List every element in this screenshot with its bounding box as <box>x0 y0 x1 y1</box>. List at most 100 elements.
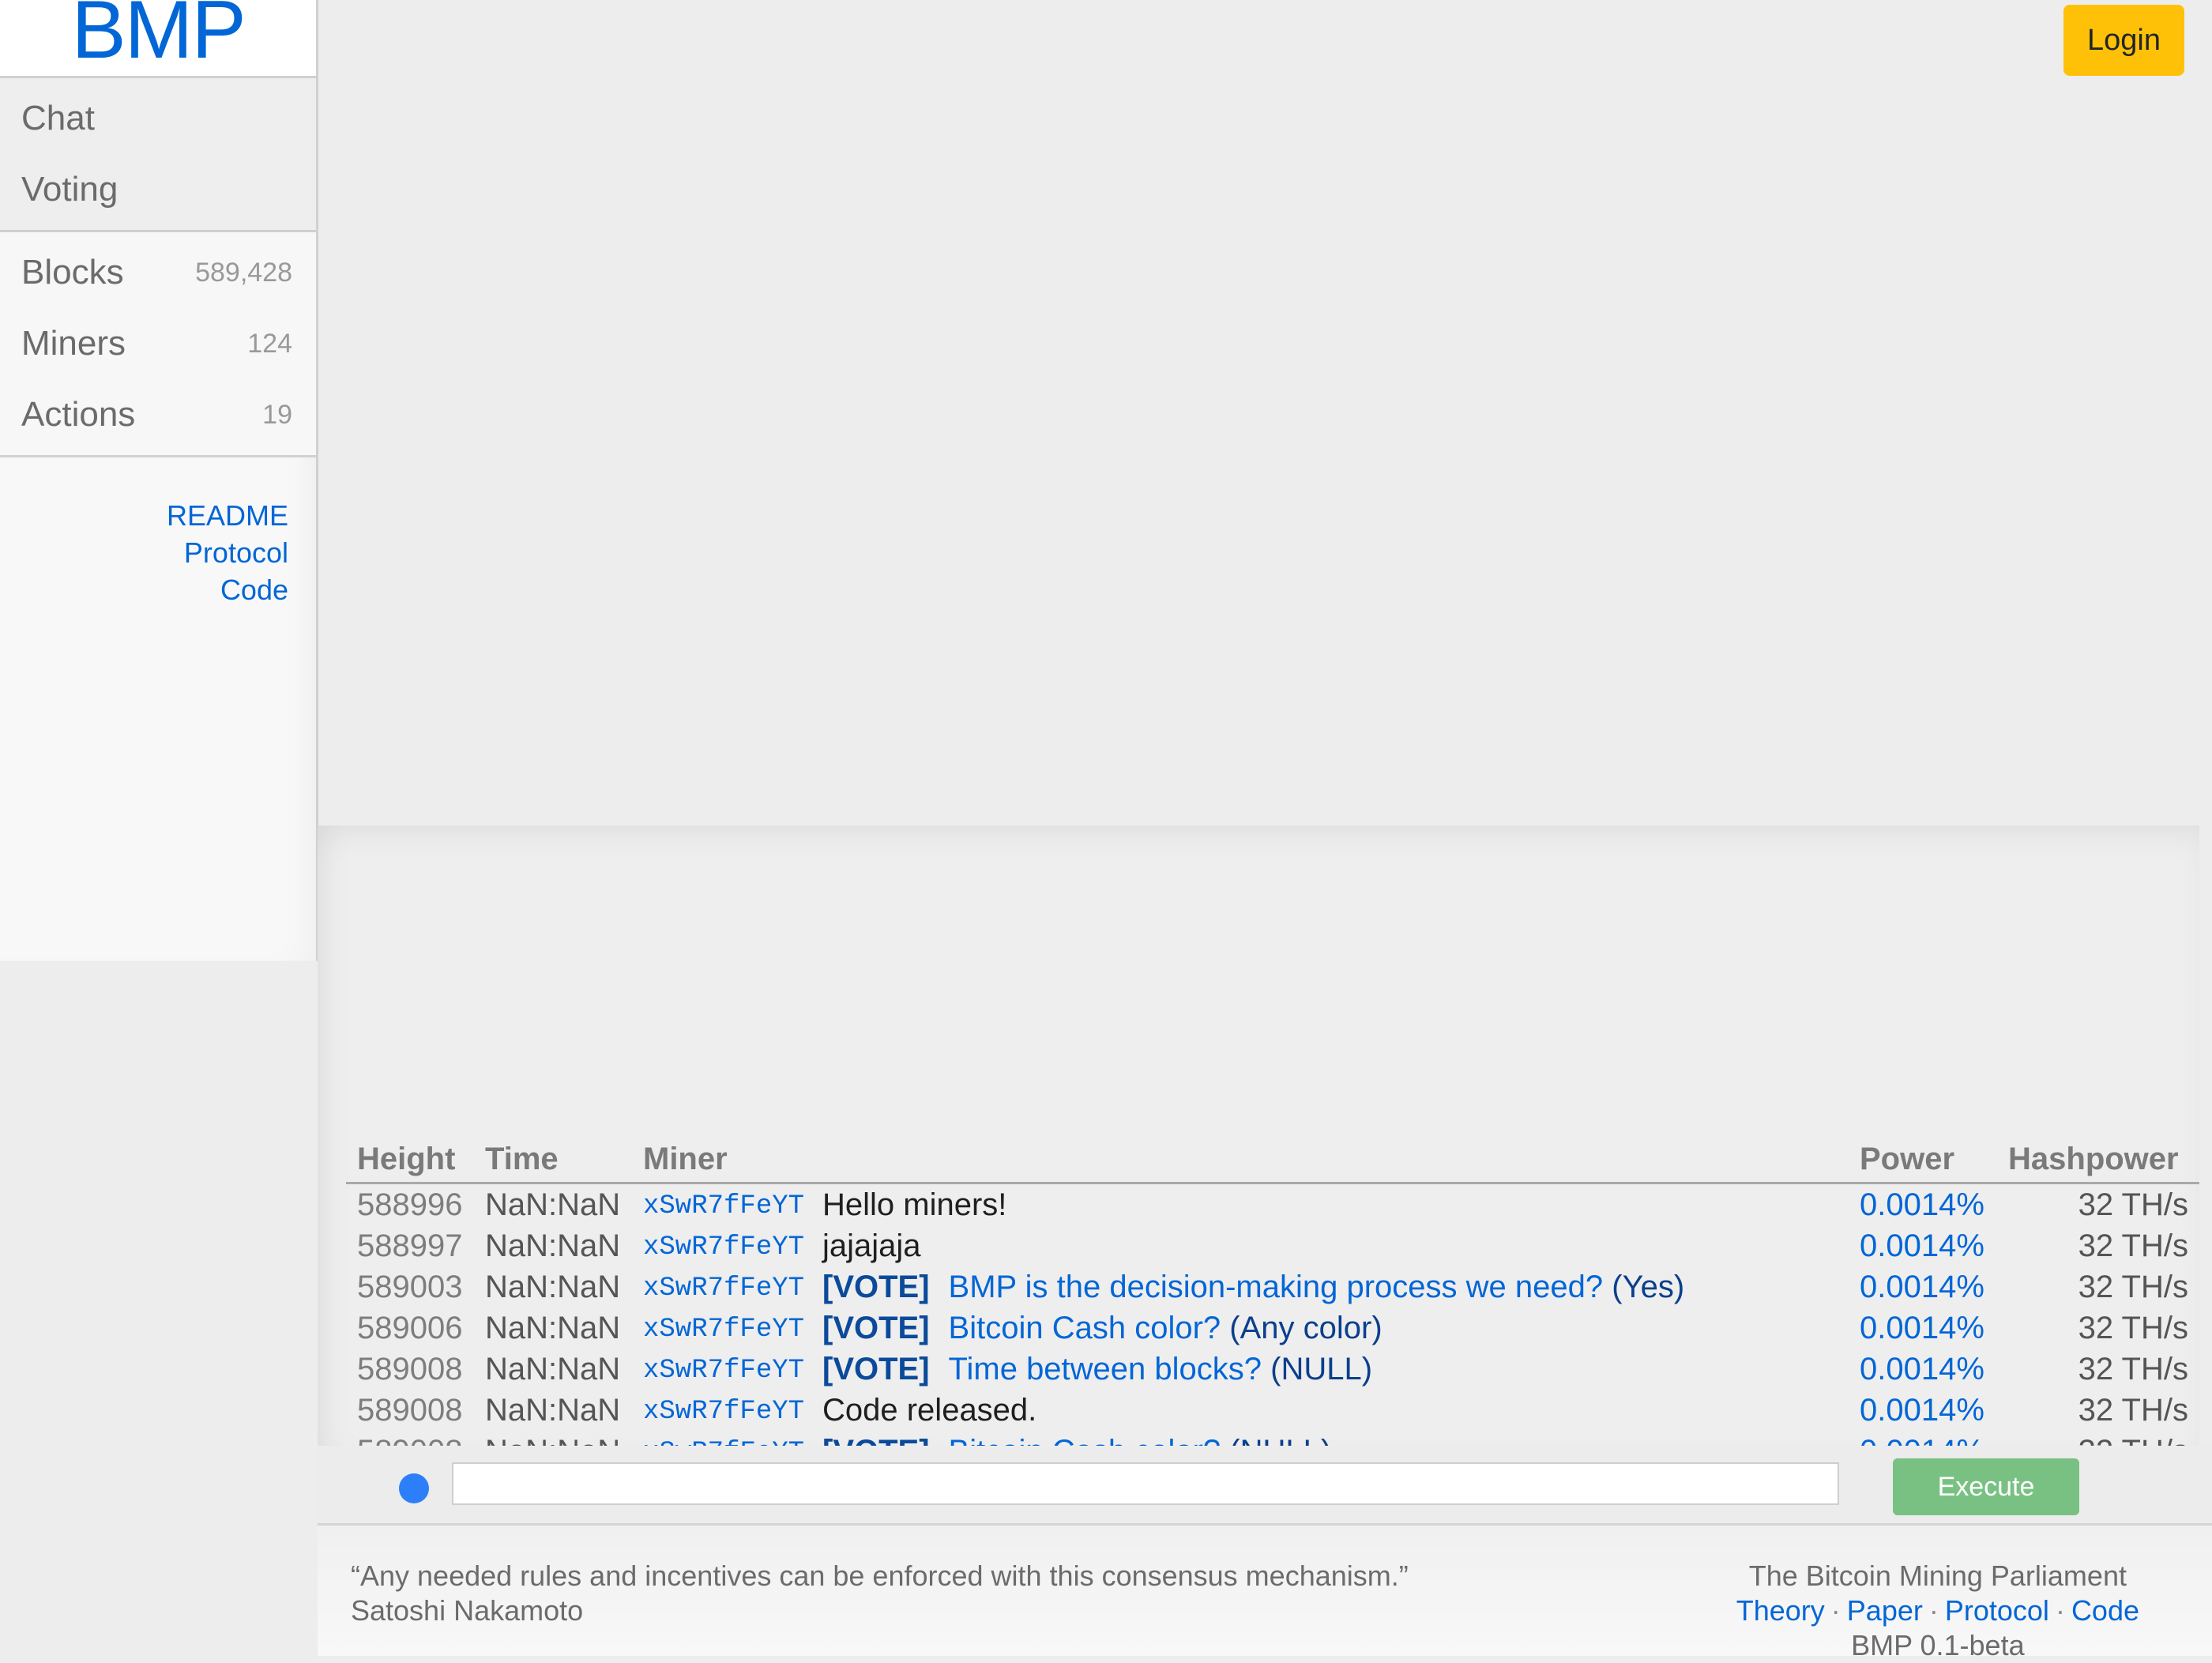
power-cell: 0.0014% <box>1860 1349 2008 1390</box>
paper-link[interactable]: Paper <box>1847 1594 1923 1627</box>
miner-cell: xSwR7fFeYT <box>643 1183 822 1226</box>
sidebar-item-actions[interactable]: Actions 19 <box>0 379 316 450</box>
nav-group-stats: Blocks 589,428 Miners 124 Actions 19 <box>0 232 316 457</box>
power-cell: 0.0014% <box>1860 1266 2008 1307</box>
message-time: NaN:NaN <box>485 1310 621 1345</box>
block-height: 589008 <box>357 1351 463 1386</box>
power-cell: 0.0014% <box>1860 1390 2008 1431</box>
power-link[interactable]: 0.0014% <box>1860 1352 1984 1386</box>
theory-link[interactable]: Theory <box>1736 1594 1825 1627</box>
column-header-power: Power <box>1860 1136 2008 1184</box>
sidebar-item-label: Blocks <box>21 253 124 292</box>
vote-tag: [VOTE] <box>822 1310 930 1345</box>
chat-table: Height Time Miner Power Hashpower 588996… <box>346 1136 2199 1472</box>
sidebar-item-voting[interactable]: Voting <box>0 154 316 225</box>
miner-cell: xSwR7fFeYT <box>643 1266 822 1307</box>
power-link[interactable]: 0.0014% <box>1860 1187 1984 1222</box>
miner-link[interactable]: xSwR7fFeYT <box>643 1274 804 1304</box>
message-cell: Hello miners! <box>822 1183 1860 1226</box>
quote-text: “Any needed rules and incentives can be … <box>351 1560 1409 1592</box>
power-link[interactable]: 0.0014% <box>1860 1270 1984 1304</box>
sidebar-item-chat[interactable]: Chat <box>0 83 316 154</box>
miner-cell: xSwR7fFeYT <box>643 1225 822 1266</box>
sidebar-item-miners[interactable]: Miners 124 <box>0 308 316 379</box>
sidebar-item-label: Voting <box>21 170 118 209</box>
footer-links: Theory · Paper · Protocol · Code <box>1736 1593 2139 1628</box>
footer-quote: “Any needed rules and incentives can be … <box>351 1559 1409 1628</box>
hashpower-value: 32 TH/s <box>2078 1187 2188 1222</box>
message-text: Hello miners! <box>822 1187 1007 1222</box>
execute-button[interactable]: Execute <box>1893 1458 2079 1515</box>
protocol-link[interactable]: Protocol <box>1945 1594 2049 1627</box>
column-header-height: Height <box>346 1136 485 1184</box>
code-link[interactable]: Code <box>0 571 288 608</box>
hashpower-value: 32 TH/s <box>2078 1228 2188 1263</box>
sidebar-links: README Protocol Code <box>0 457 316 608</box>
miner-link[interactable]: xSwR7fFeYT <box>643 1356 804 1386</box>
table-row: 589008 NaN:NaN xSwR7fFeYT Code released. 0.0… <box>346 1390 2199 1431</box>
message-time: NaN:NaN <box>485 1392 621 1428</box>
sidebar-item-label: Chat <box>21 99 95 137</box>
miner-cell: xSwR7fFeYT <box>643 1349 822 1390</box>
miner-link[interactable]: xSwR7fFeYT <box>643 1397 804 1427</box>
message-cell: [VOTE] Time between blocks? (NULL) <box>822 1349 1860 1390</box>
block-height: 589006 <box>357 1310 463 1345</box>
table-row: 589008 NaN:NaN xSwR7fFeYT [VOTE] Time betwee… <box>346 1349 2199 1390</box>
protocol-link[interactable]: Protocol <box>0 534 288 571</box>
separator: · <box>1928 1594 1939 1627</box>
block-height: 589003 <box>357 1269 463 1304</box>
connection-status-icon <box>399 1473 429 1503</box>
vote-question-link[interactable]: Time between blocks? <box>949 1352 1262 1386</box>
power-cell: 0.0014% <box>1860 1307 2008 1349</box>
footer: “Any needed rules and incentives can be … <box>318 1526 2212 1661</box>
miner-cell: xSwR7fFeYT <box>643 1307 822 1349</box>
table-row: 588996 NaN:NaN xSwR7fFeYT Hello miners! 0.00… <box>346 1183 2199 1226</box>
power-link[interactable]: 0.0014% <box>1860 1393 1984 1428</box>
miners-count: 124 <box>247 328 292 359</box>
vote-answer: (Yes) <box>1612 1269 1685 1304</box>
column-header-message <box>822 1136 1860 1184</box>
miner-link[interactable]: xSwR7fFeYT <box>643 1315 804 1345</box>
table-header-row: Height Time Miner Power Hashpower <box>346 1136 2199 1184</box>
vote-tag: [VOTE] <box>822 1351 930 1386</box>
message-text: jajajaja <box>822 1228 921 1263</box>
footer-title: The Bitcoin Mining Parliament <box>1748 1560 2127 1592</box>
block-height: 588996 <box>357 1187 463 1222</box>
miner-cell: xSwR7fFeYT <box>643 1390 822 1431</box>
miner-link[interactable]: xSwR7fFeYT <box>643 1232 804 1262</box>
logo[interactable]: BMP <box>71 0 246 71</box>
chat-rows: 588996 NaN:NaN xSwR7fFeYT Hello miners! 0.00… <box>346 1183 2199 1473</box>
command-bar: Execute <box>318 1446 2212 1526</box>
message-text: Code released. <box>822 1392 1037 1428</box>
code-link[interactable]: Code <box>2071 1594 2139 1627</box>
block-height: 588997 <box>357 1228 463 1263</box>
table-row: 589003 NaN:NaN xSwR7fFeYT [VOTE] BMP is the … <box>346 1266 2199 1307</box>
sidebar-item-label: Actions <box>21 395 136 434</box>
table-row: 589006 NaN:NaN xSwR7fFeYT [VOTE] Bitcoin Cas… <box>346 1307 2199 1349</box>
vote-answer: (Any color) <box>1229 1310 1382 1345</box>
message-cell: jajajaja <box>822 1225 1860 1266</box>
power-link[interactable]: 0.0014% <box>1860 1311 1984 1345</box>
vote-question-link[interactable]: Bitcoin Cash color? <box>949 1311 1221 1345</box>
power-cell: 0.0014% <box>1860 1225 2008 1266</box>
table-row: 588997 NaN:NaN xSwR7fFeYT jajajaja 0.0014% 32… <box>346 1225 2199 1266</box>
column-header-time: Time <box>485 1136 643 1184</box>
message-time: NaN:NaN <box>485 1351 621 1386</box>
separator: · <box>2055 1594 2065 1627</box>
power-link[interactable]: 0.0014% <box>1860 1228 1984 1263</box>
message-cell: [VOTE] BMP is the decision-making process… <box>822 1266 1860 1307</box>
column-header-miner: Miner <box>643 1136 822 1184</box>
miner-link[interactable]: xSwR7fFeYT <box>643 1191 804 1221</box>
message-time: NaN:NaN <box>485 1269 621 1304</box>
blocks-count: 589,428 <box>195 257 292 288</box>
message-time: NaN:NaN <box>485 1187 621 1222</box>
message-cell: Code released. <box>822 1390 1860 1431</box>
readme-link[interactable]: README <box>0 497 288 534</box>
sidebar-item-blocks[interactable]: Blocks 589,428 <box>0 237 316 308</box>
hashpower-value: 32 TH/s <box>2078 1310 2188 1345</box>
vote-question-link[interactable]: BMP is the decision-making process we ne… <box>949 1270 1604 1304</box>
message-time: NaN:NaN <box>485 1228 621 1263</box>
login-button[interactable]: Login <box>2063 5 2184 76</box>
footer-info: The Bitcoin Mining Parliament Theory · Pap… <box>1736 1559 2139 1663</box>
command-input[interactable] <box>452 1462 1839 1505</box>
